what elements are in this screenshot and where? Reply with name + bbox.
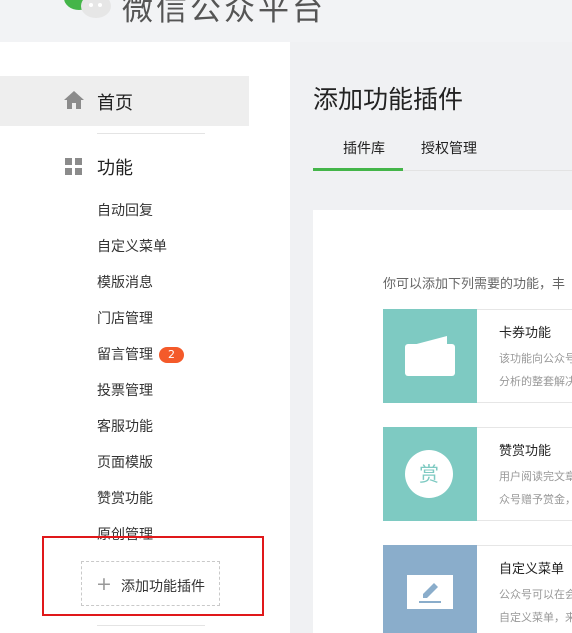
wechat-logo-icon [64,0,111,18]
sidebar-item-reward[interactable]: 赞赏功能 [97,490,153,508]
notification-badge: 2 [159,347,184,363]
card-body: 赞赏功能 用户阅读完文章 众号赠予赏金， [477,427,572,521]
intro-text: 你可以添加下列需要的功能，丰 [383,277,566,292]
card-title: 自定义菜单 [499,562,565,577]
card-description: 分析的整套解决 [499,375,572,388]
card-description: 自定义菜单，来 [499,611,572,624]
sidebar-item-store-management[interactable]: 门店管理 [97,310,153,328]
sidebar-item-home[interactable]: 首页 [0,76,249,126]
card-icon-box [383,545,477,633]
card-icon-box: 赏 [383,427,477,521]
card-description: 用户阅读完文章 [499,470,572,483]
sidebar-item-custom-menu[interactable]: 自定义菜单 [97,238,167,256]
card-title: 赞赏功能 [499,444,552,459]
sidebar-item-vote-management[interactable]: 投票管理 [97,382,153,400]
plugin-panel: 你可以添加下列需要的功能，丰 卡券功能 该功能向公众号 分析的整套解决 赏 赞赏… [313,210,572,633]
main-content: 添加功能插件 插件库 授权管理 你可以添加下列需要的功能，丰 卡券功能 该功能向… [290,42,572,633]
plugin-card-reward[interactable]: 赏 赞赏功能 用户阅读完文章 众号赠予赏金， [383,427,572,521]
highlight-annotation [42,536,264,616]
card-body: 自定义菜单 公众号可以在会 自定义菜单，来 [477,545,572,633]
sidebar-item-template-message[interactable]: 模版消息 [97,274,153,292]
wallet-icon [405,336,455,376]
sidebar-section-label: 功能 [97,158,133,179]
card-body: 卡券功能 该功能向公众号 分析的整套解决 [477,309,572,403]
card-icon-box [383,309,477,403]
card-description: 公众号可以在会 [499,588,572,601]
sidebar-item-label: 留言管理 [97,347,153,363]
sidebar-item-label: 首页 [97,93,133,114]
active-tab-indicator [313,168,403,171]
plugin-card-custom-menu[interactable]: 自定义菜单 公众号可以在会 自定义菜单，来 [383,545,572,633]
card-title: 卡券功能 [499,326,552,341]
divider [97,625,205,626]
menu-edit-icon [407,575,453,609]
sidebar-item-customer-service[interactable]: 客服功能 [97,418,153,436]
sidebar-item-auto-reply[interactable]: 自动回复 [97,202,153,220]
home-icon [64,91,84,109]
sidebar-item-page-template[interactable]: 页面模版 [97,454,153,472]
grid-icon [65,158,83,176]
card-description: 该功能向公众号 [499,352,572,365]
tab-authorization-management[interactable]: 授权管理 [421,138,477,158]
divider [97,133,205,134]
top-bar: 微信公众平台 [0,0,572,42]
sidebar-section-function: 功能 [0,146,249,186]
brand-title: 微信公众平台 [122,0,326,28]
plugin-card-coupon[interactable]: 卡券功能 该功能向公众号 分析的整套解决 [383,309,572,403]
reward-icon: 赏 [405,450,453,498]
tab-plugin-library[interactable]: 插件库 [343,138,385,158]
sidebar-item-comment-management[interactable]: 留言管理 2 [97,346,184,364]
page-title: 添加功能插件 [313,85,464,114]
card-description: 众号赠予赏金， [499,493,572,506]
